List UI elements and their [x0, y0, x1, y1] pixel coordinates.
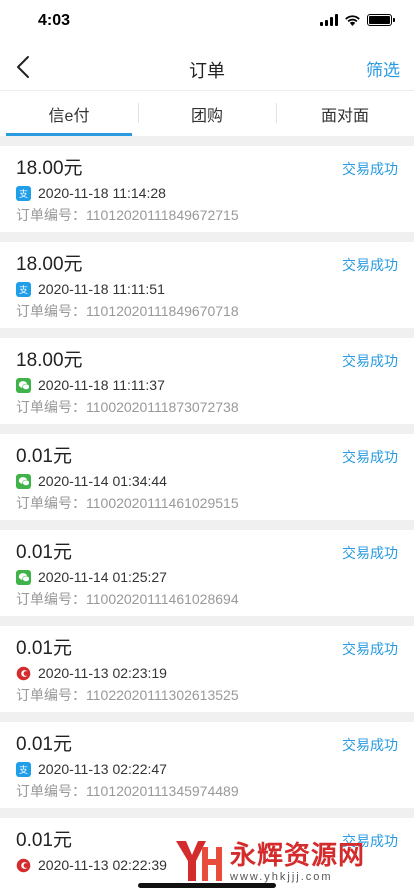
- order-datetime: 2020-11-13 02:23:19: [38, 665, 167, 681]
- order-number: 订单编号：11002020111461028694: [16, 588, 398, 610]
- order-number-value: 11022020111302613525: [86, 687, 239, 703]
- order-status: 交易成功: [342, 833, 398, 849]
- order-time-row: 2020-11-14 01:34:44: [16, 470, 398, 492]
- order-card[interactable]: 18.00元 交易成功支 2020-11-18 11:14:28 订单编号：11012…: [0, 146, 414, 232]
- order-number-label: 订单编号：: [16, 783, 86, 799]
- order-card[interactable]: 0.01元 交易成功 2020-11-14 01:25:27 订单编号：1100202…: [0, 530, 414, 616]
- order-number: 订单编号：11002020111873072738: [16, 396, 398, 418]
- order-amount: 0.01元: [16, 734, 72, 755]
- order-datetime: 2020-11-18 11:11:51: [38, 281, 165, 297]
- order-datetime: 2020-11-14 01:25:27: [38, 569, 167, 585]
- order-amount: 18.00元: [16, 158, 83, 179]
- status-bar: 4:03: [0, 0, 414, 44]
- order-amount: 0.01元: [16, 542, 72, 563]
- order-card[interactable]: 0.01元 交易成功 2020-11-14 01:34:44 订单编号：1100202…: [0, 434, 414, 520]
- wechat-pay-icon: [16, 377, 31, 393]
- tab-xinefu[interactable]: 信e付: [0, 91, 138, 136]
- order-status: 交易成功: [342, 161, 398, 177]
- tab-group-buy[interactable]: 团购: [138, 91, 276, 136]
- order-number-label: 订单编号：: [16, 687, 86, 703]
- order-number: 订单编号：11012020111849672715: [16, 204, 398, 226]
- back-button[interactable]: [8, 52, 38, 82]
- order-amount: 0.01元: [16, 638, 72, 659]
- svg-text:支: 支: [19, 284, 28, 295]
- home-indicator: [138, 883, 276, 888]
- battery-icon: [367, 14, 395, 26]
- order-number-value: 11002020111461029515: [86, 495, 239, 511]
- order-card[interactable]: 0.01元 交易成功 2020-11-13 02:23:19 订单编号：1102202…: [0, 626, 414, 712]
- order-list: 18.00元 交易成功支 2020-11-18 11:14:28 订单编号：11012…: [0, 136, 414, 896]
- wifi-icon: [345, 15, 360, 26]
- order-amount: 18.00元: [16, 254, 83, 275]
- order-time-row: 2020-11-13 02:23:19: [16, 662, 398, 684]
- svg-text:支: 支: [19, 188, 28, 199]
- order-status: 交易成功: [342, 737, 398, 753]
- order-number: 订单编号：11002020111461029515: [16, 492, 398, 514]
- order-number-label: 订单编号：: [16, 303, 86, 319]
- page-title: 订单: [189, 61, 225, 81]
- wechat-pay-icon: [16, 569, 31, 585]
- order-time-row: 支 2020-11-18 11:14:28: [16, 182, 398, 204]
- alipay-icon: 支: [16, 761, 31, 777]
- order-time-row: 2020-11-18 11:11:37: [16, 374, 398, 396]
- order-card[interactable]: 0.01元 交易成功支 2020-11-13 02:22:47 订单编号：110120…: [0, 722, 414, 808]
- order-number-value: 11002020111873072738: [86, 399, 239, 415]
- order-number: 订单编号：11022020111302613525: [16, 684, 398, 706]
- filter-button[interactable]: 筛选: [366, 56, 400, 81]
- order-amount: 0.01元: [16, 830, 72, 851]
- cellular-signal-icon: [320, 14, 338, 26]
- order-number: 订单编号：11012020111345974489: [16, 780, 398, 802]
- order-time-row: 2020-11-13 02:22:39: [16, 854, 398, 876]
- order-time-row: 支 2020-11-18 11:11:51: [16, 278, 398, 300]
- chevron-left-icon: [17, 56, 29, 78]
- order-time-row: 2020-11-14 01:25:27: [16, 566, 398, 588]
- order-status: 交易成功: [342, 641, 398, 657]
- tab-bar: 信e付 团购 面对面: [0, 90, 414, 136]
- wechat-pay-icon: [16, 473, 31, 489]
- order-amount: 0.01元: [16, 446, 72, 467]
- alipay-icon: 支: [16, 185, 31, 201]
- svg-text:支: 支: [19, 764, 28, 775]
- order-status: 交易成功: [342, 257, 398, 273]
- order-number-value: 11012020111849672715: [86, 207, 239, 223]
- order-time-row: 支 2020-11-13 02:22:47: [16, 758, 398, 780]
- order-datetime: 2020-11-18 11:11:37: [38, 377, 165, 393]
- order-number-label: 订单编号：: [16, 495, 86, 511]
- unionpay-icon: [16, 665, 31, 681]
- order-number-value: 11012020111345974489: [86, 783, 239, 799]
- alipay-icon: 支: [16, 281, 31, 297]
- order-datetime: 2020-11-18 11:14:28: [38, 185, 166, 201]
- nav-bar: 订单 筛选: [0, 44, 414, 90]
- order-number-value: 11002020111461028694: [86, 591, 239, 607]
- order-card[interactable]: 18.00元 交易成功 2020-11-18 11:11:37 订单编号：110020…: [0, 338, 414, 424]
- order-number-label: 订单编号：: [16, 591, 86, 607]
- order-card[interactable]: 18.00元 交易成功支 2020-11-18 11:11:51 订单编号：11012…: [0, 242, 414, 328]
- order-status: 交易成功: [342, 545, 398, 561]
- unionpay-icon: [16, 857, 31, 873]
- order-datetime: 2020-11-13 02:22:39: [38, 857, 167, 873]
- status-time: 4:03: [38, 12, 71, 29]
- order-status: 交易成功: [342, 353, 398, 369]
- order-status: 交易成功: [342, 449, 398, 465]
- tab-face-to-face[interactable]: 面对面: [276, 91, 414, 136]
- order-amount: 18.00元: [16, 350, 83, 371]
- order-number-value: 11012020111849670718: [86, 303, 239, 319]
- order-number-label: 订单编号：: [16, 207, 86, 223]
- order-datetime: 2020-11-13 02:22:47: [38, 761, 167, 777]
- order-number: 订单编号：11012020111849670718: [16, 300, 398, 322]
- order-datetime: 2020-11-14 01:34:44: [38, 473, 167, 489]
- order-number-label: 订单编号：: [16, 399, 86, 415]
